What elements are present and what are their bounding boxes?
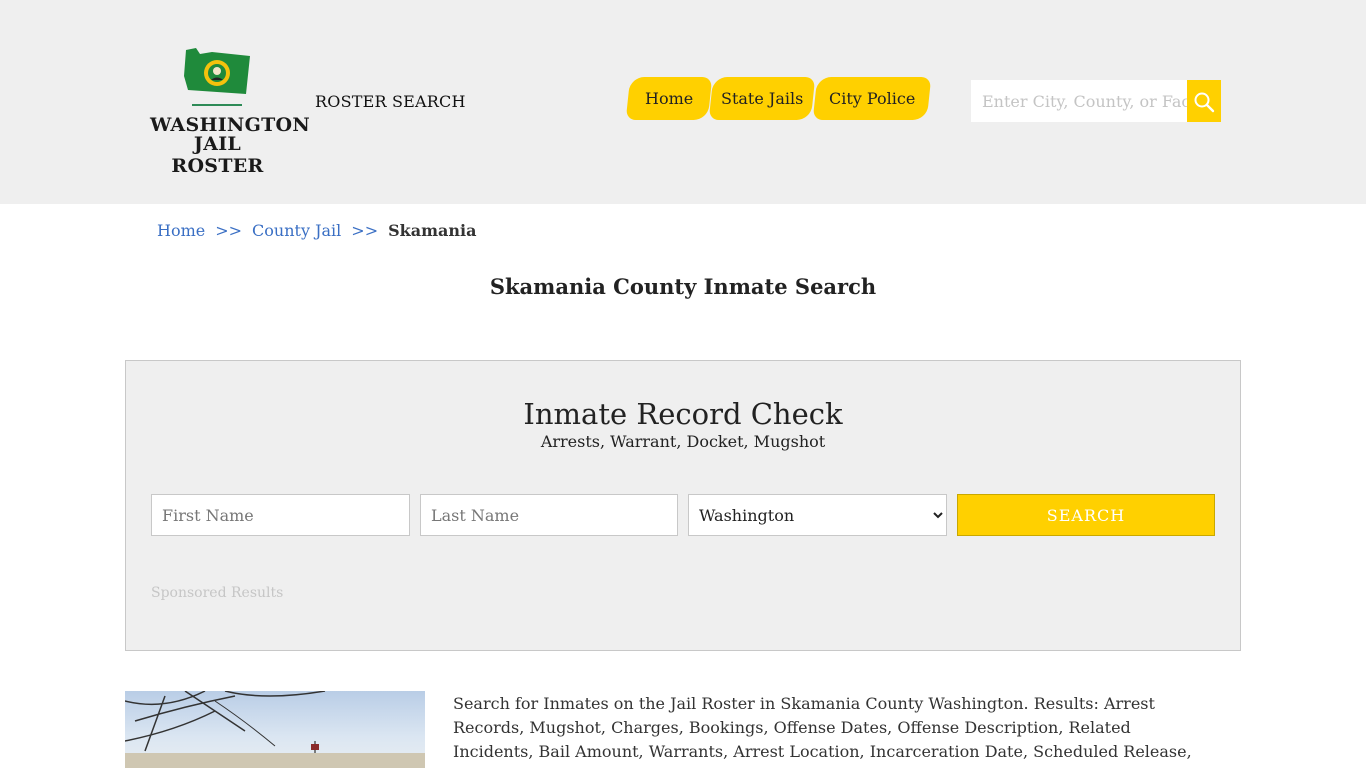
record-search-button[interactable]: SEARCH [957, 494, 1215, 536]
breadcrumb-county-jail[interactable]: County Jail [252, 221, 341, 240]
site-logo[interactable]: WASHINGTON JAIL ROSTER [150, 44, 310, 177]
first-name-input[interactable] [151, 494, 410, 536]
nav-city-police-label: City Police [828, 89, 916, 108]
last-name-input[interactable] [420, 494, 678, 536]
breadcrumb-separator: >> [215, 221, 243, 240]
breadcrumb-current: Skamania [388, 221, 477, 240]
logo-divider [192, 104, 242, 106]
nav-city-police[interactable]: City Police [812, 77, 932, 120]
facility-search-button[interactable] [1187, 80, 1221, 122]
sponsored-results-label: Sponsored Results [151, 585, 284, 601]
nav-home-label: Home [644, 89, 694, 108]
site-header: WASHINGTON JAIL ROSTER ROSTER SEARCH Hom… [0, 0, 1366, 204]
nav-state-jails-label: State Jails [720, 89, 804, 108]
search-icon [1194, 92, 1215, 113]
jail-photo-image [125, 691, 425, 768]
page-title: Skamania County Inmate Search [489, 274, 877, 299]
logo-title-line2: JAIL ROSTER [171, 133, 264, 177]
inmate-record-check-panel: Inmate Record Check Arrests, Warrant, Do… [125, 360, 1241, 651]
record-check-title: Inmate Record Check [523, 397, 843, 431]
record-check-subtitle: Arrests, Warrant, Docket, Mugshot [540, 432, 826, 451]
breadcrumb: Home >> County Jail >> Skamania [157, 221, 476, 240]
nav-state-jails[interactable]: State Jails [708, 77, 816, 120]
breadcrumb-home[interactable]: Home [157, 221, 205, 240]
description-text: Search for Inmates on the Jail Roster in… [453, 694, 1192, 768]
state-select[interactable]: Washington [688, 494, 947, 536]
washington-state-flag-icon [184, 48, 250, 94]
breadcrumb-separator: >> [351, 221, 379, 240]
facility-search-input[interactable] [971, 80, 1187, 122]
nav-home[interactable]: Home [625, 77, 713, 120]
jail-photo [125, 691, 425, 768]
roster-search-link[interactable]: ROSTER SEARCH [315, 92, 466, 111]
